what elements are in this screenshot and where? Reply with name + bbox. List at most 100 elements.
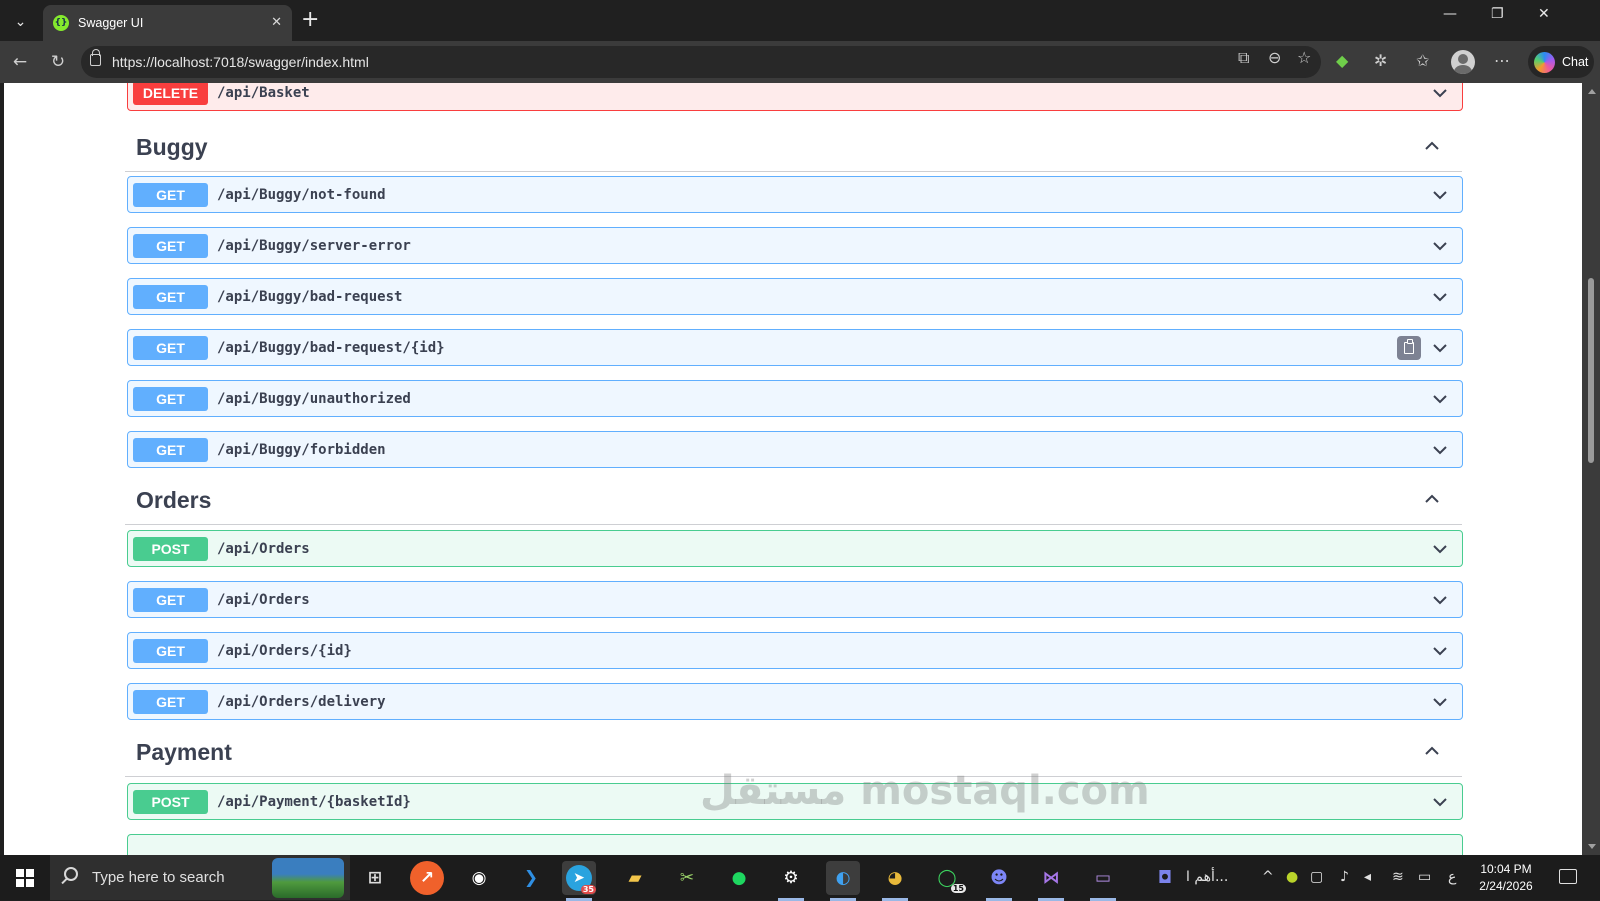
opblock-get-orders-id[interactable]: GET /api/Orders/{id} <box>127 632 1463 669</box>
window-close-icon[interactable]: ✕ <box>1538 6 1550 22</box>
tab-close-icon[interactable]: ✕ <box>271 14 282 30</box>
method-badge: POST <box>133 790 208 814</box>
tray-device-icon[interactable]: ▢ <box>1310 869 1323 885</box>
taskbar-clock[interactable]: 10:04 PM 2/24/2026 <box>1466 861 1546 895</box>
search-highlight-image[interactable] <box>272 858 344 898</box>
whatsapp-badge: 15 <box>950 884 966 893</box>
chevron-down-icon[interactable] <box>1432 795 1448 809</box>
wifi-icon[interactable]: ≋ <box>1392 869 1404 885</box>
operation-path: /api/Basket <box>217 85 310 101</box>
microphone-icon[interactable]: ♪ <box>1340 869 1349 885</box>
whatsapp-icon[interactable]: ◯ 15 <box>930 861 966 895</box>
opblock-get-buggy-server-error[interactable]: GET /api/Buggy/server-error <box>127 227 1463 264</box>
tab-actions-chevron-icon[interactable]: ⌄ <box>6 7 35 35</box>
chevron-down-icon[interactable] <box>1432 188 1448 202</box>
taskbar-search-box[interactable]: Type here to search <box>50 855 350 900</box>
favorite-star-icon[interactable]: ☆ <box>1297 48 1311 67</box>
lock-icon[interactable] <box>90 49 101 66</box>
section-title: Payment <box>136 739 232 765</box>
address-bar[interactable]: https://localhost:7018/swagger/index.htm… <box>81 46 1321 78</box>
method-badge: GET <box>133 336 208 360</box>
edge-browser-icon[interactable]: ◐ <box>826 861 860 901</box>
operation-path: /api/Buggy/not-found <box>217 187 386 203</box>
telegram-icon[interactable]: ➤ 35 <box>562 861 596 901</box>
chevron-down-icon[interactable] <box>1432 341 1448 355</box>
minimize-icon[interactable]: — <box>1443 6 1457 22</box>
chevron-down-icon[interactable] <box>1432 443 1448 457</box>
reload-icon[interactable]: ↻ <box>46 50 70 74</box>
extensions-puzzle-icon[interactable]: ✲ <box>1374 51 1387 70</box>
method-badge: GET <box>133 387 208 411</box>
chevron-down-icon[interactable] <box>1432 239 1448 253</box>
opblock-delete-basket[interactable]: DELETE /api/Basket <box>127 83 1463 111</box>
teams-icon[interactable]: ◘ <box>1148 861 1182 895</box>
method-badge: GET <box>133 639 208 663</box>
browser-tab[interactable]: {} Swagger UI ✕ <box>43 5 292 41</box>
page-scrollbar[interactable] <box>1582 83 1600 855</box>
restore-icon[interactable]: ❐ <box>1491 6 1504 22</box>
spotify-icon[interactable]: ● <box>722 861 756 895</box>
vscode-icon[interactable]: ❯ <box>514 861 548 895</box>
visual-studio-icon[interactable]: ⋈ <box>1034 861 1068 901</box>
section-header-buggy[interactable]: Buggy <box>125 120 1462 172</box>
chevron-down-icon[interactable] <box>1432 695 1448 709</box>
profile-avatar[interactable] <box>1451 50 1475 74</box>
tray-overflow-chevron-icon[interactable]: ^ <box>1262 869 1274 885</box>
tray-app-icon[interactable]: ● <box>1286 869 1298 885</box>
opblock-get-buggy-bad-request[interactable]: GET /api/Buggy/bad-request <box>127 278 1463 315</box>
chrome-icon[interactable]: ◕ <box>878 861 912 901</box>
chevron-down-icon[interactable] <box>1432 290 1448 304</box>
input-language[interactable]: ع <box>1448 869 1456 885</box>
opblock-partial-next[interactable] <box>127 834 1463 855</box>
chevron-up-icon[interactable] <box>1424 491 1440 507</box>
copy-to-clipboard-button[interactable] <box>1397 336 1421 360</box>
zoom-out-icon[interactable]: ⊖ <box>1268 48 1281 67</box>
windows-start-icon[interactable] <box>16 869 34 887</box>
url-text[interactable]: https://localhost:7018/swagger/index.htm… <box>112 54 369 70</box>
browser-tab-strip: ⌄ {} Swagger UI ✕ + — ❐ ✕ <box>0 0 1600 41</box>
mostaql-watermark: مستقل mostaql.com <box>700 768 1150 814</box>
section-title: Orders <box>136 487 212 513</box>
section-header-orders[interactable]: Orders <box>125 473 1462 525</box>
file-explorer-icon[interactable]: ▰ <box>618 861 652 895</box>
chevron-down-icon[interactable] <box>1432 392 1448 406</box>
chevron-down-icon[interactable] <box>1432 542 1448 556</box>
task-view-icon[interactable]: ⊞ <box>358 861 392 895</box>
windows-taskbar: Type here to search ⊞ ↗ ◉ ❯ ➤ 35 ▰ ✂ ● ⚙… <box>0 855 1600 901</box>
back-arrow-icon[interactable]: ← <box>8 50 32 74</box>
notification-center-icon[interactable] <box>1559 869 1577 884</box>
opblock-get-orders[interactable]: GET /api/Orders <box>127 581 1463 618</box>
discord-icon[interactable]: ☻ <box>982 861 1016 901</box>
chevron-up-icon[interactable] <box>1424 138 1440 154</box>
translate-icon[interactable]: ⧉ <box>1238 48 1249 68</box>
opblock-get-buggy-unauthorized[interactable]: GET /api/Buggy/unauthorized <box>127 380 1463 417</box>
battery-icon[interactable]: ▭ <box>1418 869 1431 885</box>
scroll-up-arrow-icon[interactable] <box>1588 89 1596 94</box>
chevron-down-icon[interactable] <box>1432 86 1448 100</box>
favorites-icon[interactable]: ✩ <box>1416 51 1429 70</box>
podcast-app-icon[interactable]: ◉ <box>462 861 496 895</box>
extension-colorful-icon[interactable]: ◆ <box>1336 51 1348 70</box>
opblock-get-buggy-not-found[interactable]: GET /api/Buggy/not-found <box>127 176 1463 213</box>
chevron-up-icon[interactable] <box>1424 743 1440 759</box>
more-menu-icon[interactable]: ⋯ <box>1494 51 1510 70</box>
opblock-post-orders[interactable]: POST /api/Orders <box>127 530 1463 567</box>
chevron-down-icon[interactable] <box>1432 644 1448 658</box>
method-badge: GET <box>133 234 208 258</box>
opblock-get-buggy-bad-request-id[interactable]: GET /api/Buggy/bad-request/{id} <box>127 329 1463 366</box>
opblock-get-buggy-forbidden[interactable]: GET /api/Buggy/forbidden <box>127 431 1463 468</box>
scrollbar-thumb[interactable] <box>1588 278 1594 463</box>
copilot-chat-button[interactable]: Chat <box>1528 46 1594 78</box>
arabic-news-label[interactable]: أهم ا... <box>1186 869 1228 885</box>
terminal-icon[interactable]: ▭ <box>1086 861 1120 901</box>
snipping-tool-icon[interactable]: ✂ <box>670 861 704 895</box>
chevron-down-icon[interactable] <box>1432 593 1448 607</box>
volume-icon[interactable]: ◂ <box>1364 869 1371 885</box>
scroll-down-arrow-icon[interactable] <box>1588 844 1596 849</box>
new-tab-plus-icon[interactable]: + <box>301 8 319 32</box>
copilot-icon <box>1534 51 1555 73</box>
postman-icon[interactable]: ↗ <box>410 861 444 895</box>
opblock-get-orders-delivery[interactable]: GET /api/Orders/delivery <box>127 683 1463 720</box>
page-viewport: DELETE /api/Basket Buggy GET /api/Buggy/… <box>4 83 1582 855</box>
settings-gear-icon[interactable]: ⚙ <box>774 861 808 901</box>
